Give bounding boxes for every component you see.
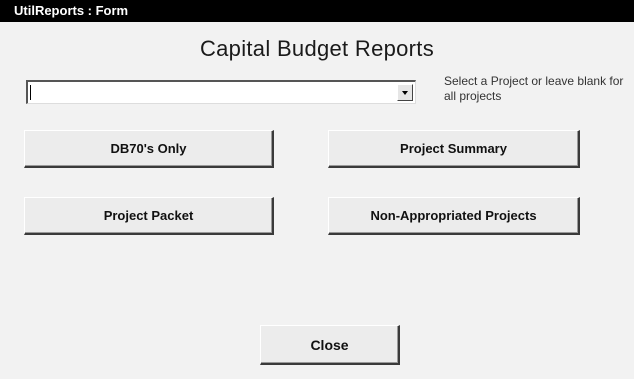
project-summary-button[interactable]: Project Summary: [328, 130, 580, 168]
project-select-hint: Select a Project or leave blank for all …: [444, 74, 624, 103]
text-cursor: [30, 85, 31, 100]
utilreports-form-window: UtilReports : Form Capital Budget Report…: [0, 0, 634, 379]
project-packet-button[interactable]: Project Packet: [24, 197, 274, 235]
window-title: UtilReports : Form: [14, 3, 129, 18]
page-title: Capital Budget Reports: [199, 36, 435, 61]
close-button[interactable]: Close: [260, 325, 400, 365]
non-appropriated-projects-button[interactable]: Non-Appropriated Projects: [328, 197, 580, 235]
window-title-bar[interactable]: UtilReports : Form: [0, 0, 634, 22]
project-select-combobox[interactable]: [26, 80, 416, 104]
db70s-only-button[interactable]: DB70's Only: [24, 130, 274, 168]
project-select-dropdown-button[interactable]: [397, 84, 413, 101]
chevron-down-icon: [402, 91, 408, 95]
